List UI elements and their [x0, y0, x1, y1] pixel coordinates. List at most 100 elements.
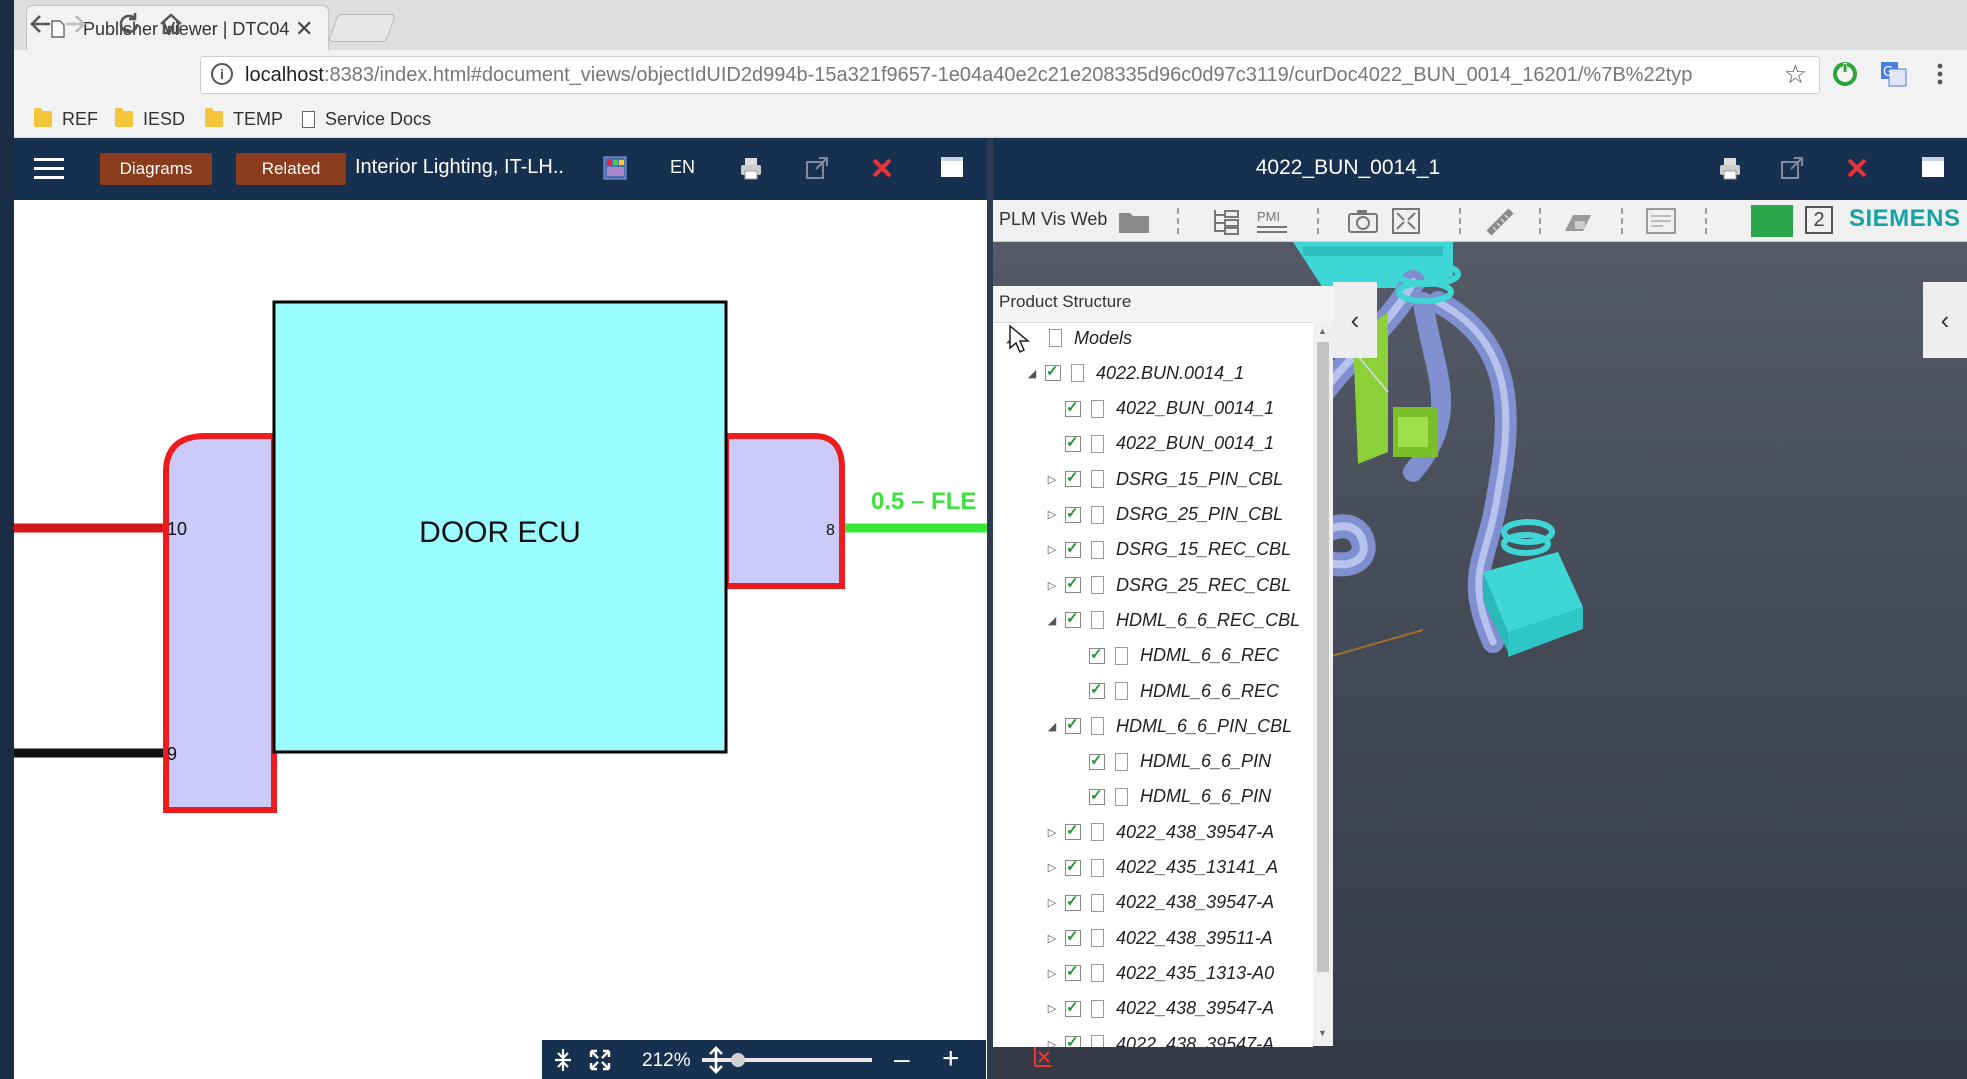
print-icon[interactable] — [1717, 155, 1743, 181]
tree-scrollbar[interactable]: ▲ ▼ — [1313, 322, 1333, 1046]
visibility-checkbox[interactable] — [1065, 504, 1081, 523]
expand-toggle-icon[interactable]: ▷ — [1045, 826, 1059, 839]
tree-row[interactable]: ◢ 4022.BUN.0014_1 — [1025, 359, 1244, 387]
visibility-checkbox[interactable] — [1089, 680, 1105, 699]
expand-toggle-icon[interactable]: ◢ — [1045, 720, 1059, 733]
tree-row[interactable]: 4022_BUN_0014_1 — [1045, 430, 1274, 458]
kebab-menu-icon[interactable] — [1936, 62, 1944, 86]
expand-toggle-icon[interactable]: ▷ — [1045, 508, 1059, 521]
bookmark-temp[interactable]: TEMP — [205, 106, 283, 132]
expand-toggle-icon[interactable]: ▷ — [1045, 1038, 1059, 1048]
info-icon[interactable]: i — [211, 63, 233, 85]
print-icon[interactable] — [738, 155, 764, 181]
close-x-icon[interactable] — [870, 156, 894, 180]
view-1-button[interactable] — [1751, 205, 1793, 237]
window-icon[interactable] — [940, 156, 964, 178]
scroll-down-icon[interactable]: ▼ — [1318, 1028, 1327, 1038]
expand-toggle-icon[interactable]: ▷ — [1045, 543, 1059, 556]
visibility-checkbox[interactable] — [1065, 433, 1081, 452]
visibility-checkbox[interactable] — [1065, 468, 1081, 488]
tab-close-icon[interactable]: ✕ — [295, 16, 313, 42]
tree-row[interactable]: ▷ DSRG_15_PIN_CBL — [1045, 465, 1283, 493]
tree-row[interactable]: ◢ HDML_6_6_PIN_CBL — [1045, 712, 1292, 740]
visibility-checkbox[interactable] — [1065, 1033, 1081, 1047]
menu-icon[interactable] — [34, 158, 64, 180]
tree-row[interactable]: HDML_6_6_PIN — [1069, 748, 1271, 776]
tree-row[interactable]: HDML_6_6_REC — [1069, 642, 1279, 670]
image-icon[interactable] — [602, 155, 628, 181]
fit-height-icon[interactable] — [552, 1048, 574, 1072]
bookmark-iesd[interactable]: IESD — [115, 106, 185, 132]
tree-row[interactable]: ▷ 4022_435_13141_A — [1045, 854, 1278, 882]
fit-icon[interactable] — [1391, 207, 1421, 235]
visibility-checkbox[interactable] — [1065, 821, 1081, 841]
new-tab-button[interactable] — [327, 14, 397, 42]
url-text[interactable]: localhost:8383/index.html#document_views… — [245, 64, 1755, 87]
tree-row[interactable]: ▷ 4022_438_39547-A — [1045, 1030, 1274, 1047]
measure-icon[interactable] — [1485, 207, 1515, 237]
pmi-icon[interactable]: PMI — [1255, 207, 1289, 235]
expand-toggle-icon[interactable]: ◢ — [1025, 367, 1039, 380]
reload-icon[interactable] — [114, 9, 144, 39]
visibility-checkbox[interactable] — [1065, 998, 1081, 1017]
tree-row[interactable]: ▷ DSRG_25_PIN_CBL — [1045, 501, 1283, 529]
scrollbar-thumb[interactable] — [1317, 342, 1329, 972]
tree-row[interactable]: 4022_BUN_0014_1 — [1045, 395, 1274, 423]
view-2-button[interactable]: 2 — [1805, 206, 1833, 234]
visibility-checkbox[interactable] — [1065, 857, 1081, 876]
bookmark-ref[interactable]: REF — [34, 106, 98, 132]
tree-row[interactable]: ▷ DSRG_25_REC_CBL — [1045, 571, 1291, 599]
visibility-checkbox[interactable] — [1065, 574, 1081, 594]
tree-row[interactable]: HDML_6_6_REC — [1069, 677, 1279, 705]
visibility-checkbox[interactable] — [1065, 962, 1081, 982]
tree-row[interactable]: ▷ 4022_438_39547-A — [1045, 995, 1274, 1023]
language-selector[interactable]: EN — [670, 157, 695, 178]
expand-toggle-icon[interactable]: ▷ — [1045, 1002, 1059, 1015]
diagrams-button[interactable]: Diagrams — [100, 153, 212, 185]
visibility-checkbox[interactable] — [1045, 362, 1061, 382]
expand-toggle-icon[interactable]: ▷ — [1045, 473, 1059, 486]
section-icon[interactable] — [1561, 207, 1595, 235]
translate-icon[interactable]: G — [1880, 61, 1908, 87]
expand-toggle-icon[interactable]: ▷ — [1045, 861, 1059, 874]
zoom-slider[interactable] — [702, 1046, 882, 1074]
tree-row[interactable]: ▷ 4022_438_39547-A — [1045, 889, 1274, 917]
tree-row[interactable]: ◢ HDML_6_6_REC_CBL — [1045, 606, 1300, 634]
product-structure-tree[interactable]: ◢ Models ◢ 4022.BUN.0014_1 4022_BUN_0014_1 40… — [993, 322, 1313, 1047]
extension-icon[interactable] — [1832, 61, 1858, 87]
visibility-checkbox[interactable] — [1089, 645, 1105, 664]
fit-icon[interactable] — [588, 1048, 612, 1072]
tree-row[interactable]: ▷ 4022_438_39547-A — [1045, 818, 1274, 846]
zoom-out-button[interactable]: – — [894, 1043, 910, 1075]
tree-row[interactable]: ▷ DSRG_15_REC_CBL — [1045, 536, 1291, 564]
visibility-checkbox[interactable] — [1065, 715, 1081, 735]
home-icon[interactable] — [156, 9, 186, 39]
close-x-icon[interactable] — [1845, 156, 1869, 180]
wiring-diagram-canvas[interactable]: DOOR ECU 10 9 8 0.5 – FLE — [14, 200, 987, 1079]
expand-toggle-icon[interactable]: ▷ — [1045, 579, 1059, 592]
visibility-checkbox[interactable] — [1065, 609, 1081, 629]
bookmark-service-docs[interactable]: Service Docs — [302, 106, 431, 132]
camera-icon[interactable] — [1347, 207, 1379, 235]
expand-toggle-icon[interactable]: ◢ — [1045, 614, 1059, 627]
window-icon[interactable] — [1921, 156, 1945, 178]
visibility-checkbox[interactable] — [1065, 927, 1081, 947]
visibility-checkbox[interactable] — [1065, 398, 1081, 417]
related-button[interactable]: Related — [236, 153, 346, 185]
address-bar[interactable]: i localhost:8383/index.html#document_vie… — [200, 56, 1820, 94]
visibility-checkbox[interactable] — [1065, 892, 1081, 911]
forward-arrow-icon[interactable] — [60, 9, 90, 39]
visibility-checkbox[interactable] — [1089, 786, 1105, 805]
popout-icon[interactable] — [804, 155, 830, 181]
tree-row[interactable]: ▷ 4022_438_39511-A — [1045, 924, 1273, 952]
collapse-right-panel-button[interactable]: ‹ — [1923, 282, 1967, 358]
expand-toggle-icon[interactable]: ▷ — [1045, 932, 1059, 945]
tree-row[interactable]: HDML_6_6_PIN — [1069, 783, 1271, 811]
zoom-in-button[interactable]: + — [942, 1042, 960, 1076]
expand-toggle-icon[interactable]: ▷ — [1045, 896, 1059, 909]
tree-icon[interactable] — [1211, 207, 1241, 235]
report-icon[interactable] — [1645, 207, 1677, 235]
collapse-left-panel-button[interactable]: ‹ — [1333, 282, 1377, 358]
folder-icon[interactable] — [1117, 207, 1151, 235]
star-icon[interactable]: ☆ — [1784, 59, 1807, 90]
